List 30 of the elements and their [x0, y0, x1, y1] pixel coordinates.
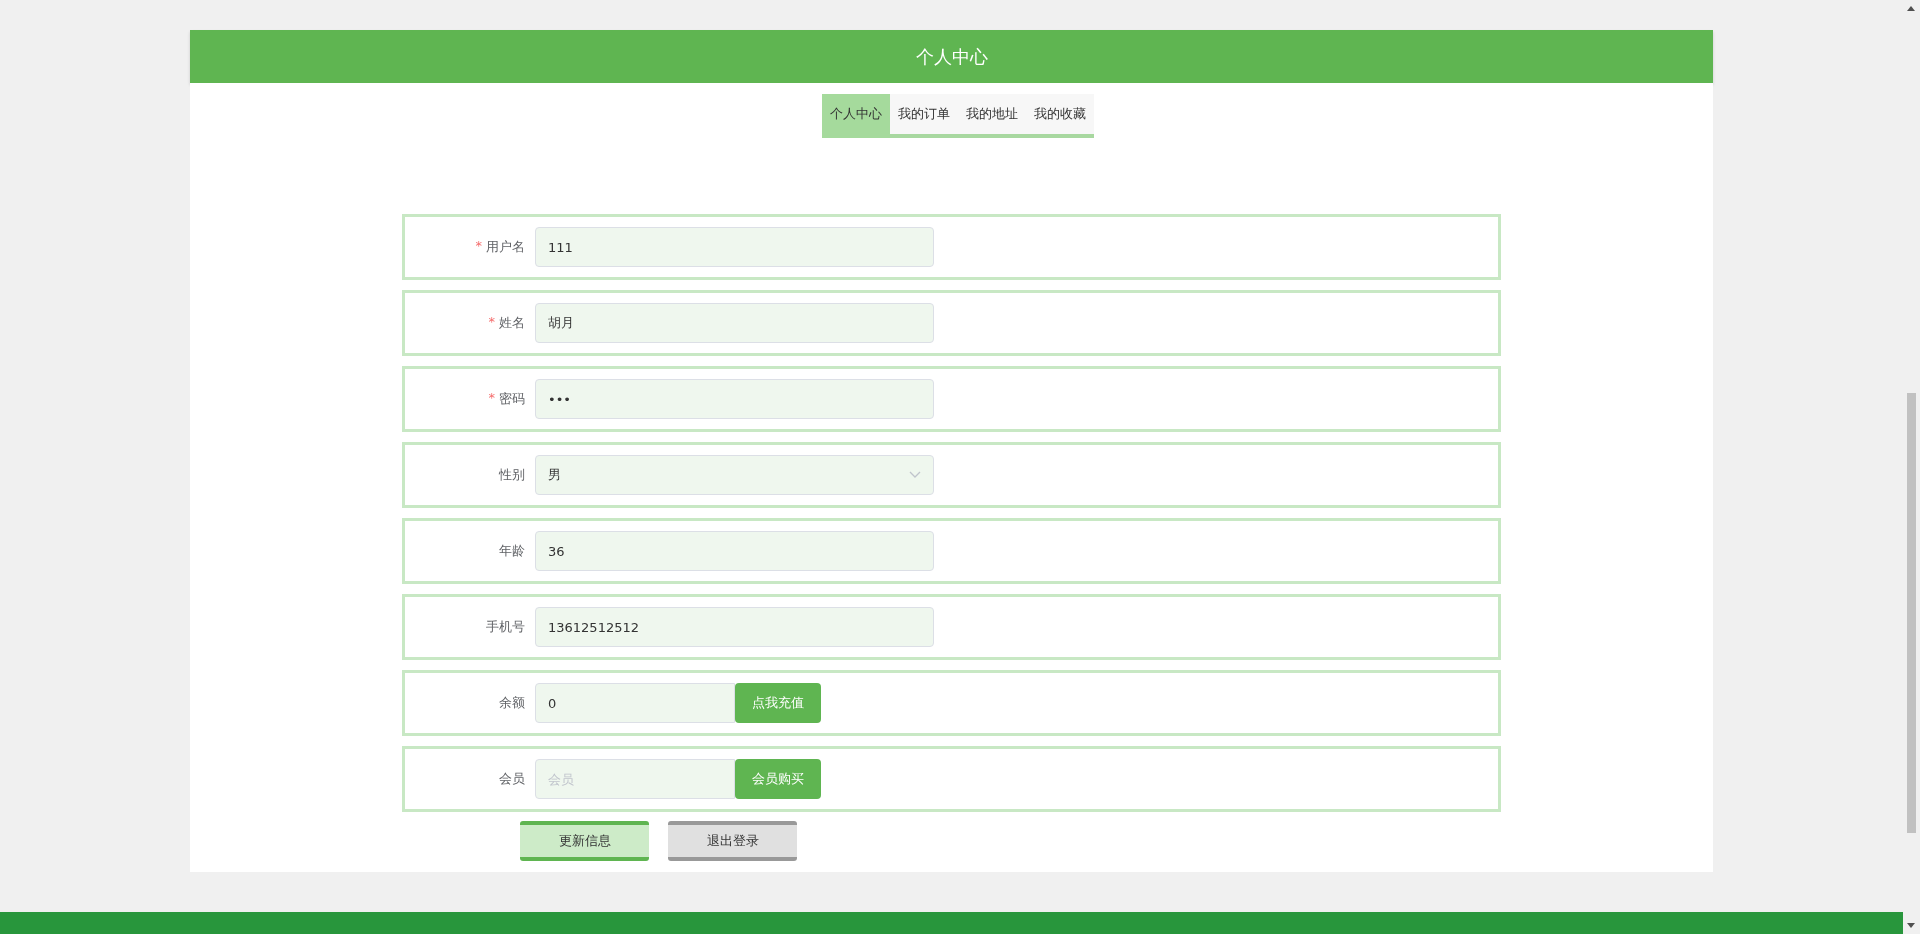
- select-value: 男: [548, 466, 561, 484]
- input-field[interactable]: 胡月: [535, 303, 934, 343]
- tab[interactable]: 我的收藏: [1025, 94, 1094, 138]
- logout-button[interactable]: 退出登录: [668, 821, 797, 861]
- field-label: 会员: [499, 770, 525, 788]
- update-button[interactable]: 更新信息: [520, 821, 649, 861]
- input-field[interactable]: •••: [535, 379, 934, 419]
- scroll-down-icon[interactable]: [1907, 923, 1915, 928]
- field-label: 性别: [499, 466, 525, 484]
- input-field[interactable]: 0: [535, 683, 735, 723]
- field-label: 年龄: [499, 542, 525, 560]
- required-asterisk: *: [488, 390, 495, 407]
- input-field[interactable]: 36: [535, 531, 934, 571]
- tab[interactable]: 个人中心: [821, 94, 890, 138]
- page-title: 个人中心: [915, 44, 988, 69]
- select-field[interactable]: 男: [535, 455, 934, 495]
- field-label: 手机号: [486, 618, 525, 636]
- field-label: 用户名: [486, 238, 525, 256]
- input-field[interactable]: 111: [535, 227, 934, 267]
- field-label: 姓名: [499, 314, 525, 332]
- scrollbar-thumb[interactable]: [1907, 393, 1916, 833]
- required-asterisk: *: [488, 314, 495, 331]
- chevron-down-icon: [909, 471, 921, 479]
- field-label: 密码: [499, 390, 525, 408]
- tab[interactable]: 我的订单: [889, 94, 958, 138]
- field-label: 余额: [499, 694, 525, 712]
- scroll-up-icon[interactable]: [1907, 6, 1915, 11]
- tab[interactable]: 我的地址: [957, 94, 1026, 138]
- input-field[interactable]: 13612512512: [535, 607, 934, 647]
- required-asterisk: *: [475, 238, 482, 255]
